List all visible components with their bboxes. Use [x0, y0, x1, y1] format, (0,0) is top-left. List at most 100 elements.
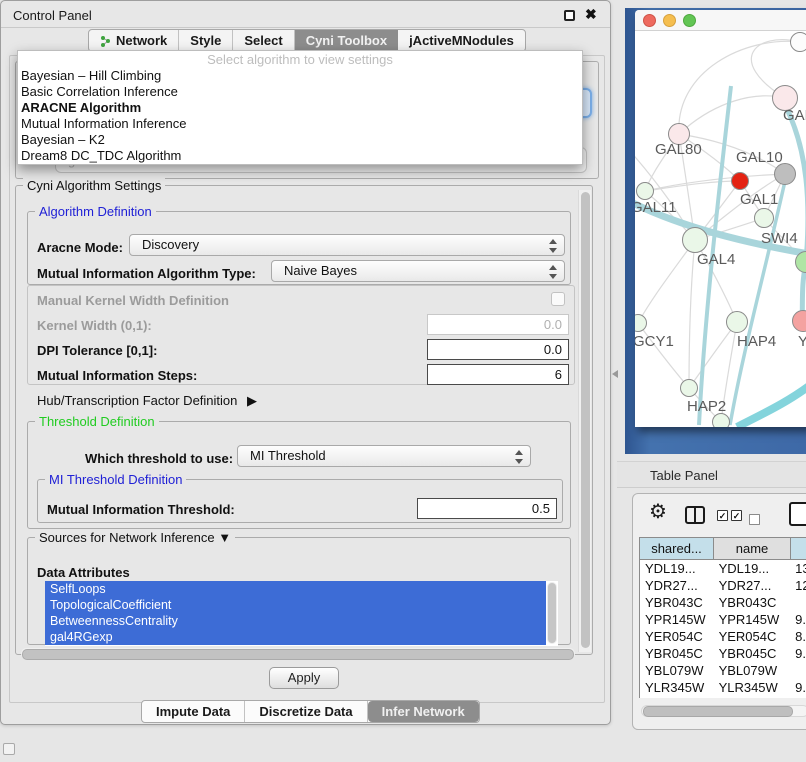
mi-type-combo[interactable]: Naive Bayes: [271, 260, 565, 282]
table-row[interactable]: YIL052CYIL052C9.: [640, 696, 806, 698]
gear-icon[interactable]: ⚙: [649, 502, 667, 522]
tab-style[interactable]: Style: [179, 30, 233, 51]
node-label: SWI4: [761, 230, 798, 247]
node-label: GCY1: [635, 333, 674, 350]
mi-steps-label: Mutual Information Steps:: [37, 368, 197, 383]
collapsed-panel-icon[interactable]: [3, 743, 15, 755]
zoom-traffic-icon[interactable]: [683, 14, 696, 27]
table-row[interactable]: YLR345WYLR345W9.: [640, 679, 806, 696]
aracne-mode-label: Aracne Mode:: [37, 240, 123, 255]
network-icon: [100, 35, 112, 47]
close-icon[interactable]: ✖: [585, 6, 597, 23]
attribute-item-selected[interactable]: TopologicalCoefficient: [45, 597, 546, 613]
mi-type-label: Mutual Information Algorithm Type:: [37, 266, 256, 281]
combo-stepper-icon: [549, 264, 557, 280]
dropdown-placeholder: Select algorithm to view settings: [18, 51, 582, 68]
combo-stepper-icon: [549, 238, 557, 254]
table-body: YDL19...YDL19...13 YDR27...YDR27...12 YB…: [639, 560, 806, 698]
collapse-triangle-icon: ▼: [218, 530, 231, 545]
table-row[interactable]: YPR145WYPR145W9.: [640, 611, 806, 628]
attribute-list-scrollbar[interactable]: [547, 582, 557, 644]
tab-discretize-data[interactable]: Discretize Data: [245, 701, 367, 722]
network-node-hap2[interactable]: [680, 379, 698, 397]
select-all-columns-icon[interactable]: ✓ ✓: [717, 510, 742, 521]
application-root: Control Panel ✖ Network Style Select Cyn…: [0, 0, 806, 762]
node-label: GAL1: [740, 191, 778, 208]
network-node[interactable]: [712, 413, 730, 427]
mi-threshold-title: MI Threshold Definition: [45, 472, 186, 487]
titlebar-divider: [1, 27, 610, 28]
table-row[interactable]: YDR27...YDR27...12: [640, 577, 806, 594]
network-node[interactable]: [790, 32, 806, 52]
node-label: GAL10: [736, 149, 783, 166]
tab-network[interactable]: Network: [89, 30, 179, 51]
settings-horizontal-scrollbar[interactable]: [21, 648, 575, 659]
attribute-item-selected[interactable]: BetweennessCentrality: [45, 613, 546, 629]
network-node-selected-red[interactable]: [731, 172, 749, 190]
bottom-tabbar: Impute Data Discretize Data Infer Networ…: [141, 700, 480, 723]
settings-group-title: Cyni Algorithm Settings: [23, 178, 165, 193]
threshold-definition-title: Threshold Definition: [35, 414, 159, 429]
dropdown-item[interactable]: Bayesian – Hill Climbing: [18, 68, 582, 84]
kernel-width-label: Kernel Width (0,1):: [37, 318, 152, 333]
table-row[interactable]: YBL079WYBL079W: [640, 662, 806, 679]
dpi-tolerance-field[interactable]: [427, 339, 569, 360]
export-table-icon[interactable]: [789, 502, 806, 526]
dropdown-item[interactable]: Dream8 DC_TDC Algorithm: [18, 148, 582, 164]
table-row[interactable]: YBR043CYBR043C: [640, 594, 806, 611]
mi-steps-field[interactable]: [427, 364, 569, 385]
dropdown-item[interactable]: Basic Correlation Inference: [18, 84, 582, 100]
hub-definition-toggle[interactable]: Hub/Transcription Factor Definition ▶: [37, 393, 257, 409]
which-threshold-label: Which threshold to use:: [85, 451, 233, 466]
table-horizontal-scrollbar[interactable]: [641, 705, 806, 717]
network-node-gal10[interactable]: [774, 163, 796, 185]
sources-title[interactable]: Sources for Network Inference ▼: [35, 530, 235, 545]
close-traffic-icon[interactable]: [643, 14, 656, 27]
tab-infer-network[interactable]: Infer Network: [368, 701, 479, 722]
attribute-item-selected[interactable]: gal4RGexp: [45, 629, 546, 645]
aracne-mode-combo[interactable]: Discovery: [129, 234, 565, 256]
tab-jactivemnodules[interactable]: jActiveMNodules: [398, 30, 525, 51]
network-window-titlebar[interactable]: [635, 10, 806, 31]
network-canvas[interactable]: GAL GAL80 GAL10 GAL11 GAL1 SWI4 GAL4 GCY…: [635, 31, 806, 427]
columns-icon[interactable]: [685, 506, 705, 524]
manual-kernel-checkbox[interactable]: [551, 292, 565, 306]
data-attributes-list: SelfLoops TopologicalCoefficient Between…: [45, 581, 558, 646]
table-row[interactable]: YER054CYER054C8.: [640, 628, 806, 645]
node-label: GAL4: [697, 251, 735, 268]
column-header-name[interactable]: name: [714, 538, 791, 559]
table-panel-bar: Table Panel: [617, 461, 806, 488]
tab-cyni-toolbox[interactable]: Cyni Toolbox: [295, 30, 398, 51]
table-row[interactable]: YBR045CYBR045C9.: [640, 645, 806, 662]
network-node-gal4[interactable]: [682, 227, 708, 253]
table-row[interactable]: YDL19...YDL19...13: [640, 560, 806, 577]
splitter-handle-icon[interactable]: [612, 370, 618, 378]
which-threshold-combo[interactable]: MI Threshold: [237, 445, 531, 467]
column-header-partial[interactable]: [791, 538, 806, 559]
kernel-width-field[interactable]: [427, 314, 569, 335]
minimize-traffic-icon[interactable]: [663, 14, 676, 27]
table-header-row: shared... name: [639, 537, 806, 560]
expand-triangle-icon: ▶: [247, 393, 257, 409]
apply-button[interactable]: Apply: [269, 667, 339, 689]
dropdown-item[interactable]: Bayesian – K2: [18, 132, 582, 148]
dropdown-item-highlighted[interactable]: ARACNE Algorithm: [18, 100, 582, 116]
tab-impute-data[interactable]: Impute Data: [142, 701, 245, 722]
network-node-gal1[interactable]: [754, 208, 774, 228]
node-label: HAP4: [737, 333, 776, 350]
network-node-hap4[interactable]: [726, 311, 748, 333]
mi-threshold-field[interactable]: [417, 498, 557, 519]
tab-select[interactable]: Select: [233, 30, 294, 51]
settings-vertical-scrollbar[interactable]: [578, 190, 591, 652]
node-label: GAL80: [655, 141, 702, 158]
float-window-icon[interactable]: [564, 10, 575, 21]
network-node-gal11[interactable]: [636, 182, 654, 200]
control-panel-tabbar: Network Style Select Cyni Toolbox jActiv…: [88, 29, 526, 52]
data-attributes-label: Data Attributes: [37, 565, 130, 580]
algorithm-dropdown-list: Select algorithm to view settings Bayesi…: [17, 50, 583, 165]
combo-stepper-icon: [515, 449, 523, 465]
control-panel-title: Control Panel: [13, 8, 92, 23]
dropdown-item[interactable]: Mutual Information Inference: [18, 116, 582, 132]
attribute-item-selected[interactable]: SelfLoops: [45, 581, 546, 597]
column-header-shared[interactable]: shared...: [640, 538, 714, 559]
